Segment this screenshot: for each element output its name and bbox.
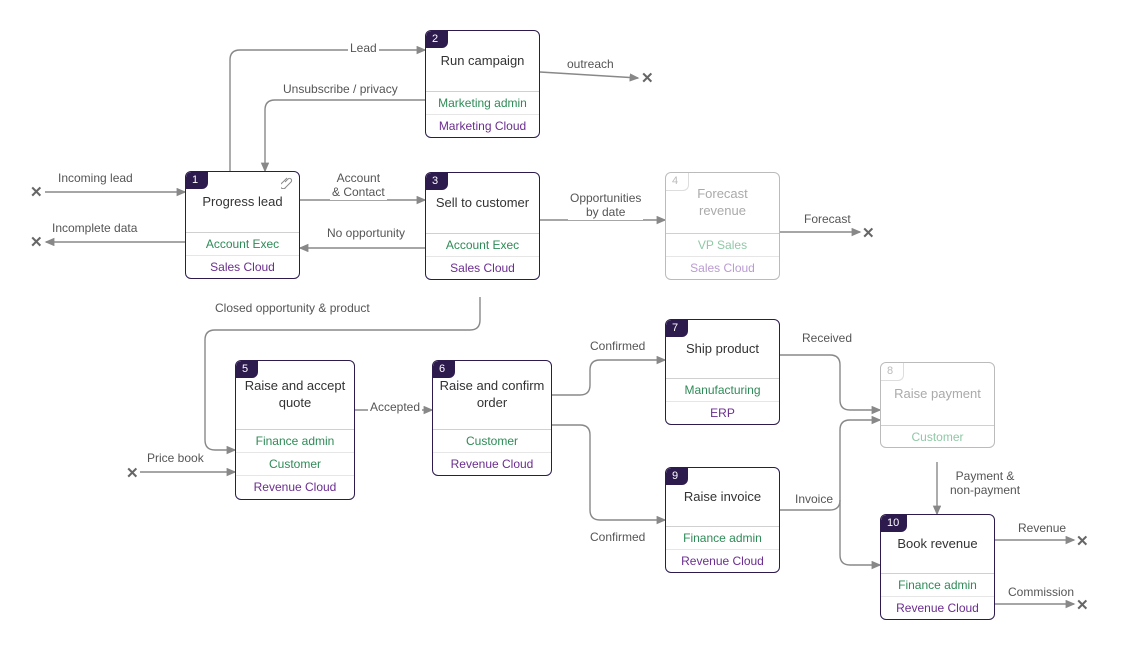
- node-number: 1: [186, 172, 208, 189]
- node-number: 9: [666, 468, 688, 485]
- node-10[interactable]: 10Book revenueFinance adminRevenue Cloud: [880, 514, 995, 620]
- node-actor: Manufacturing: [666, 379, 779, 401]
- edge-label: Account & Contact: [330, 171, 387, 200]
- edge-label: Confirmed: [588, 339, 647, 353]
- node-9[interactable]: 9Raise invoiceFinance adminRevenue Cloud: [665, 467, 780, 573]
- node-actor: Marketing admin: [426, 92, 539, 114]
- node-system: Sales Cloud: [426, 256, 539, 279]
- node-1[interactable]: 1Progress leadAccount ExecSales Cloud: [185, 171, 300, 279]
- terminator-commission: ✕: [1076, 597, 1089, 614]
- node-actor: Customer: [881, 426, 994, 448]
- edge-label: Incoming lead: [56, 171, 135, 185]
- node-number: 7: [666, 320, 688, 337]
- node-system: Revenue Cloud: [666, 549, 779, 572]
- edge-label: Forecast: [802, 212, 853, 226]
- node-number: 3: [426, 173, 448, 190]
- node-number: 8: [881, 363, 904, 381]
- edge-label: Incomplete data: [50, 221, 139, 235]
- edge-label: No opportunity: [325, 226, 407, 240]
- node-2[interactable]: 2Run campaignMarketing adminMarketing Cl…: [425, 30, 540, 138]
- edge-n1-n2: [230, 50, 425, 171]
- edge-label: Received: [800, 331, 854, 345]
- node-7[interactable]: 7Ship productManufacturingERP: [665, 319, 780, 425]
- edge-label: Confirmed: [588, 530, 647, 544]
- node-number: 6: [433, 361, 455, 378]
- node-3[interactable]: 3Sell to customerAccount ExecSales Cloud: [425, 172, 540, 280]
- node-actor: Finance admin: [881, 574, 994, 596]
- node-actor: Account Exec: [186, 233, 299, 255]
- node-number: 10: [881, 515, 907, 532]
- edge-label: Opportunities by date: [568, 191, 643, 220]
- edge-label: outreach: [565, 57, 616, 71]
- edge-label: Unsubscribe / privacy: [281, 82, 400, 96]
- node-system: Sales Cloud: [186, 255, 299, 278]
- edge-n7-n8: [780, 355, 880, 410]
- node-4[interactable]: 4Forecast revenueVP SalesSales Cloud: [665, 172, 780, 280]
- edge-label: Commission: [1006, 585, 1076, 599]
- node-6[interactable]: 6Raise and confirm orderCustomerRevenue …: [432, 360, 552, 476]
- edge-n2-n1: [265, 100, 425, 171]
- node-actor: Customer: [433, 430, 551, 452]
- edge-n6-n9: [552, 425, 665, 520]
- attachment-icon: [281, 175, 293, 189]
- node-number: 2: [426, 31, 448, 48]
- terminator-outreach: ✕: [641, 70, 654, 87]
- node-system: Revenue Cloud: [433, 452, 551, 475]
- terminator-pricebook: ✕: [126, 465, 139, 482]
- node-actor: VP Sales: [666, 234, 779, 256]
- edge-n9-n10: [840, 500, 880, 565]
- node-number: 4: [666, 173, 689, 191]
- diagram-canvas: ✕ ✕ ✕ ✕ ✕ ✕ ✕: [0, 0, 1122, 655]
- node-system: ERP: [666, 401, 779, 424]
- node-system: Revenue Cloud: [881, 596, 994, 619]
- edge-label: Lead: [348, 41, 379, 55]
- edge-label: Accepted: [368, 400, 422, 414]
- node-5[interactable]: 5Raise and accept quoteFinance adminCust…: [235, 360, 355, 500]
- node-system: Sales Cloud: [666, 256, 779, 279]
- node-actor: Finance admin: [666, 527, 779, 549]
- edge-label: Payment & non-payment: [948, 469, 1022, 498]
- edge-label: Invoice: [793, 492, 835, 506]
- edge-n6-n7: [552, 360, 665, 395]
- edge-label: Closed opportunity & product: [213, 301, 372, 315]
- terminator-incomplete: ✕: [30, 234, 43, 251]
- terminator-forecast: ✕: [862, 225, 875, 242]
- node-number: 5: [236, 361, 258, 378]
- edge-label: Price book: [145, 451, 206, 465]
- node-actor: Finance admin: [236, 430, 354, 452]
- node-system: Marketing Cloud: [426, 114, 539, 137]
- node-8[interactable]: 8Raise paymentCustomer: [880, 362, 995, 448]
- node-system: Revenue Cloud: [236, 475, 354, 498]
- terminator-incoming: ✕: [30, 184, 43, 201]
- edge-n2-outreach: [540, 72, 638, 78]
- terminator-revenue: ✕: [1076, 533, 1089, 550]
- edge-label: Revenue: [1016, 521, 1068, 535]
- node-actor: Customer: [236, 452, 354, 475]
- node-actor: Account Exec: [426, 234, 539, 256]
